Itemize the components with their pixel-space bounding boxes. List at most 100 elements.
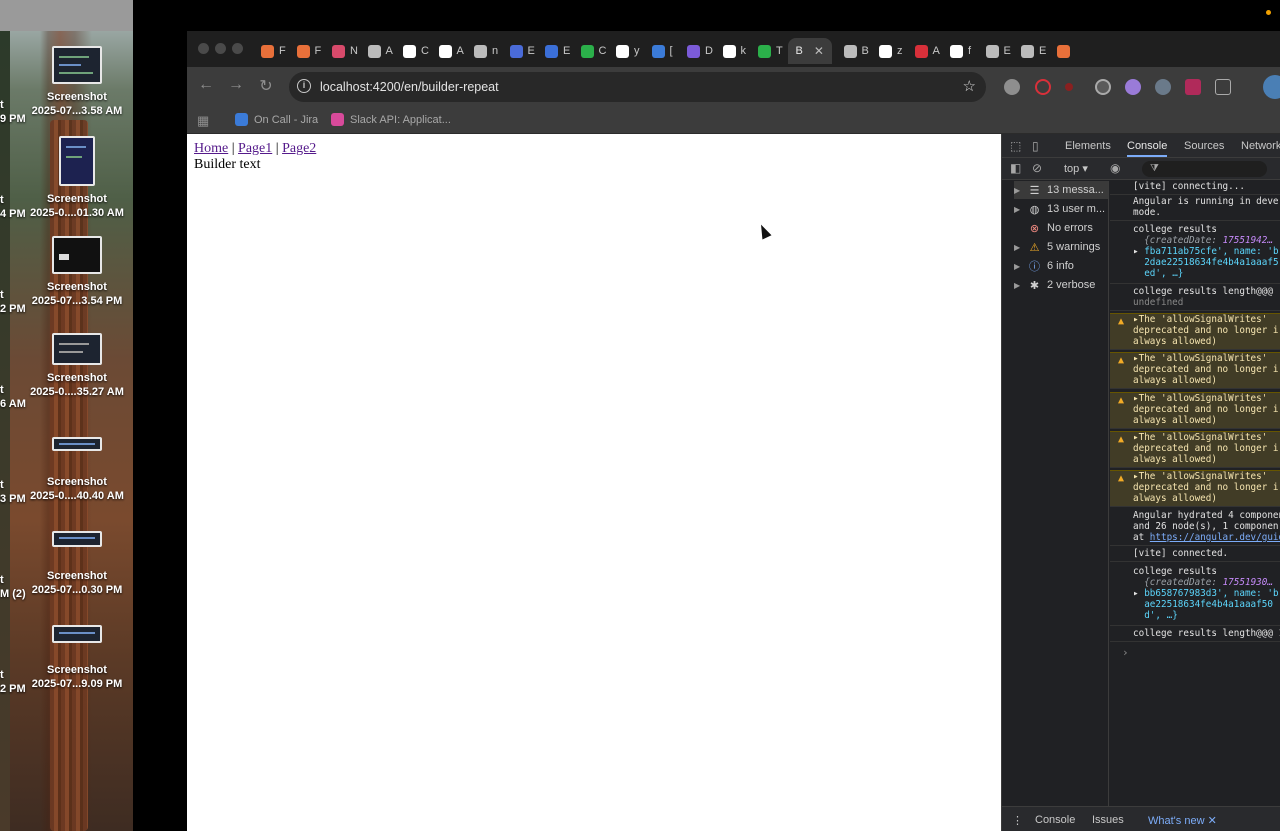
desktop-file[interactable]: Screenshot 2025-07...0.30 PM bbox=[18, 531, 133, 597]
browser-tab[interactable]: F bbox=[291, 38, 322, 64]
browser-tab[interactable]: E bbox=[504, 38, 535, 64]
browser-tab[interactable]: C bbox=[397, 38, 429, 64]
close-tab-icon[interactable]: ✕ bbox=[814, 44, 824, 58]
forward-arrow-icon[interactable]: → bbox=[225, 76, 247, 94]
site-info-icon[interactable]: i bbox=[297, 79, 311, 93]
back-arrow-icon[interactable]: ← bbox=[195, 76, 217, 94]
extension-icon[interactable] bbox=[1004, 79, 1020, 95]
extension-icon[interactable] bbox=[1095, 79, 1111, 95]
desktop-file[interactable]: Screenshot 2025-07...9.09 PM bbox=[18, 625, 133, 691]
slack-icon bbox=[331, 113, 344, 126]
desktop-file[interactable]: Screenshot 2025-0....40.40 AM bbox=[18, 437, 133, 503]
browser-tab[interactable]: E bbox=[1015, 38, 1046, 64]
browser-tab[interactable]: D bbox=[681, 38, 713, 64]
console-message[interactable]: college results {createdDate: 17551942… ▸… bbox=[1110, 224, 1280, 284]
clear-console-icon[interactable]: ⊘ bbox=[1032, 161, 1042, 175]
warning-message[interactable]: ▲ ▸The 'allowSignalWrites' deprecated and… bbox=[1110, 470, 1280, 507]
extension-icon[interactable] bbox=[1155, 79, 1171, 95]
console-message[interactable]: college results {createdDate: 17551930… ▸… bbox=[1110, 566, 1280, 626]
apps-grid-icon[interactable]: ▦ bbox=[197, 113, 209, 129]
sidebar-item-label: 2 verbose bbox=[1047, 279, 1096, 291]
browser-tab[interactable]: E bbox=[539, 38, 570, 64]
browser-tab[interactable]: F bbox=[255, 38, 286, 64]
console-prompt[interactable]: › bbox=[1122, 647, 1129, 658]
page2-link[interactable]: Page2 bbox=[282, 141, 316, 156]
warning-message[interactable]: ▲ ▸The 'allowSignalWrites' deprecated and… bbox=[1110, 352, 1280, 389]
filter-input[interactable]: ⧩ bbox=[1142, 161, 1267, 177]
extension-icon[interactable] bbox=[1185, 79, 1201, 95]
bookmark-star-icon[interactable]: ☆ bbox=[963, 77, 976, 95]
browser-tab[interactable]: [ bbox=[646, 38, 673, 64]
browser-tab[interactable]: A bbox=[909, 38, 940, 64]
drawer-tab-issues[interactable]: Issues bbox=[1092, 814, 1124, 826]
file-name-line-1: Screenshot bbox=[47, 372, 107, 384]
browser-tab[interactable]: y bbox=[610, 38, 640, 64]
browser-tab[interactable]: A bbox=[362, 38, 393, 64]
cut-file-label: 4 PM bbox=[0, 208, 26, 220]
drawer-tab-console[interactable]: Console bbox=[1035, 814, 1075, 826]
browser-tab[interactable]: E bbox=[980, 38, 1011, 64]
bookmark-item[interactable]: Slack API: Applicat... bbox=[331, 113, 451, 126]
extension-icon[interactable] bbox=[1035, 79, 1051, 95]
desktop-file[interactable]: Screenshot 2025-07...3.54 PM bbox=[18, 236, 133, 308]
tab-label: F bbox=[314, 45, 322, 57]
browser-tab[interactable]: A bbox=[433, 38, 464, 64]
warning-message[interactable]: ▲ ▸The 'allowSignalWrites' deprecated and… bbox=[1110, 313, 1280, 350]
desktop-file[interactable]: Screenshot 2025-0....01.30 AM bbox=[18, 136, 133, 220]
inspect-icon[interactable]: ⬚ bbox=[1010, 139, 1021, 153]
file-name-line-2: 2025-07...3.58 AM bbox=[31, 105, 123, 117]
warning-message[interactable]: ▲ ▸The 'allowSignalWrites' deprecated and… bbox=[1110, 431, 1280, 468]
browser-tab[interactable]: z bbox=[873, 38, 903, 64]
extension-icon[interactable] bbox=[1125, 79, 1141, 95]
sidebar-toggle-icon[interactable]: ◧ bbox=[1010, 161, 1021, 175]
address-bar[interactable]: i localhost:4200/en/builder-repeat ☆ bbox=[289, 72, 986, 102]
browser-tab[interactable] bbox=[1051, 38, 1075, 64]
close-window-button[interactable] bbox=[198, 43, 209, 54]
file-name-line-1: Screenshot bbox=[47, 281, 107, 293]
tab-sources[interactable]: Sources bbox=[1184, 140, 1224, 152]
page-nav: Home | Page1 | Page2 bbox=[194, 141, 316, 157]
device-toolbar-icon[interactable]: ▯ bbox=[1032, 139, 1039, 153]
browser-tab[interactable]: B bbox=[838, 38, 869, 64]
angular-guide-link[interactable]: https://angular.dev/guid bbox=[1150, 532, 1280, 543]
desktop-file[interactable]: Screenshot 2025-0....35.27 AM bbox=[18, 333, 133, 399]
sidebar-item-user-messages[interactable]: ▶ ◍ 13 user m... bbox=[1014, 200, 1105, 218]
tab-active[interactable]: B ✕ bbox=[787, 38, 832, 64]
drawer-tab-whats-new[interactable]: What's new ✕ bbox=[1148, 814, 1217, 827]
warning-message[interactable]: ▲ ▸The 'allowSignalWrites' deprecated and… bbox=[1110, 392, 1280, 429]
eye-icon[interactable]: ◉ bbox=[1110, 161, 1120, 175]
cut-file-label: t bbox=[0, 384, 4, 396]
sidebar-item-verbose[interactable]: ▶ ✱ 2 verbose bbox=[1014, 276, 1095, 294]
extension-icon[interactable] bbox=[1065, 83, 1073, 91]
zoom-window-button[interactable] bbox=[232, 43, 243, 54]
puzzle-extensions-icon[interactable] bbox=[1215, 79, 1231, 95]
browser-tab[interactable]: C bbox=[575, 38, 606, 64]
tab-network[interactable]: Network bbox=[1241, 140, 1280, 152]
bookmark-item[interactable]: On Call - Jira bbox=[235, 113, 318, 126]
browser-tab[interactable]: T bbox=[752, 38, 783, 64]
home-link[interactable]: Home bbox=[194, 141, 228, 156]
nav-separator: | bbox=[275, 141, 279, 156]
minimize-window-button[interactable] bbox=[215, 43, 226, 54]
sidebar-item-info[interactable]: ▶ ⓘ 6 info bbox=[1014, 257, 1074, 275]
sidebar-item-messages[interactable]: ▶ ☰ 13 messa... bbox=[1014, 181, 1108, 199]
tab-elements[interactable]: Elements bbox=[1065, 140, 1111, 152]
page1-link[interactable]: Page1 bbox=[238, 141, 272, 156]
drawer-menu-icon[interactable]: ⋮ bbox=[1012, 814, 1023, 827]
browser-tab[interactable]: f bbox=[944, 38, 971, 64]
reload-icon[interactable]: ↻ bbox=[255, 76, 277, 96]
browser-tab[interactable]: N bbox=[326, 38, 358, 64]
context-selector[interactable]: top ▾ bbox=[1064, 162, 1088, 175]
desktop-top-bar bbox=[0, 0, 133, 31]
browser-tab[interactable]: n bbox=[468, 38, 498, 64]
url-text[interactable]: localhost:4200/en/builder-repeat bbox=[320, 80, 499, 94]
sidebar-item-warnings[interactable]: ▶ ⚠ 5 warnings bbox=[1014, 238, 1100, 256]
tab-favicon-icon bbox=[1021, 44, 1034, 58]
tab-console[interactable]: Console bbox=[1127, 140, 1168, 157]
desktop-file[interactable]: Screenshot 2025-07...3.58 AM bbox=[18, 46, 133, 118]
browser-tab[interactable]: k bbox=[717, 38, 746, 64]
devtools-drawer: ⋮ Console Issues What's new ✕ bbox=[1002, 806, 1280, 831]
profile-avatar[interactable] bbox=[1263, 75, 1280, 99]
sidebar-item-errors[interactable]: ⊗ No errors bbox=[1014, 219, 1093, 237]
tab-label: B bbox=[861, 45, 869, 57]
